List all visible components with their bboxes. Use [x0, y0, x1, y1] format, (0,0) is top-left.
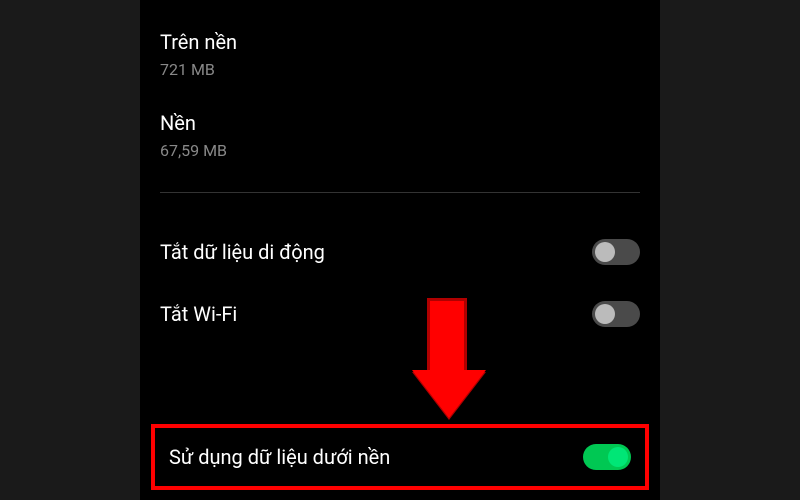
foreground-label: Trên nền [160, 30, 640, 54]
mobile-data-toggle[interactable] [592, 239, 640, 265]
arrow-head-icon [412, 370, 486, 418]
mobile-data-toggle-row[interactable]: Tắt dữ liệu di động [160, 221, 640, 283]
mobile-data-label: Tắt dữ liệu di động [160, 240, 325, 264]
background-data-usage-label: Sử dụng dữ liệu dưới nền [169, 445, 390, 469]
foreground-value: 721 MB [160, 60, 640, 79]
foreground-data-stat: Trên nền 721 MB [160, 30, 640, 79]
wifi-toggle-row[interactable]: Tắt Wi-Fi [160, 283, 640, 345]
background-data-usage-toggle[interactable] [583, 444, 631, 470]
toggle-knob [595, 304, 615, 324]
toggle-knob [595, 242, 615, 262]
background-data-usage-row[interactable]: Sử dụng dữ liệu dưới nền [151, 424, 649, 490]
wifi-label: Tắt Wi-Fi [160, 302, 237, 326]
content-area: Trên nền 721 MB Nền 67,59 MB Tắt dữ liệu… [140, 0, 660, 345]
background-value: 67,59 MB [160, 141, 640, 160]
background-label: Nền [160, 111, 640, 135]
toggle-knob [608, 447, 628, 467]
background-data-stat: Nền 67,59 MB [160, 111, 640, 160]
settings-screen: Trên nền 721 MB Nền 67,59 MB Tắt dữ liệu… [140, 0, 660, 500]
wifi-toggle[interactable] [592, 301, 640, 327]
section-divider [160, 192, 640, 193]
